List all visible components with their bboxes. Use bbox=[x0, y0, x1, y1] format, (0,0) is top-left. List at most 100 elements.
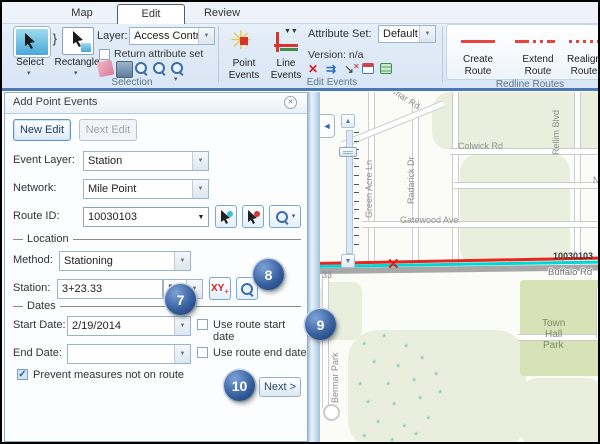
use-route-end-date-checkbox[interactable] bbox=[197, 347, 208, 358]
method-combobox[interactable]: Stationing ▼ bbox=[59, 251, 191, 271]
callout-10: 10 bbox=[224, 370, 255, 401]
map-label: Gatewood Ave bbox=[400, 215, 458, 225]
map-label: Rellim Blvd bbox=[551, 110, 561, 155]
magnifier-icon bbox=[240, 282, 254, 296]
location-section-header: Location bbox=[13, 233, 301, 245]
network-combo-arrow-icon[interactable]: ▼ bbox=[192, 180, 208, 198]
event-location-x-marker: ✕ bbox=[387, 255, 400, 273]
next-edit-button[interactable]: Next Edit bbox=[79, 119, 137, 141]
zoom-selected-icon[interactable] bbox=[134, 61, 149, 76]
map-view[interactable]: ******************** ✕ mar RdColwick RdR… bbox=[320, 92, 600, 444]
panel-map-splitter[interactable] bbox=[308, 92, 320, 444]
callout-7: 7 bbox=[165, 284, 196, 315]
delete-event-icon[interactable]: ✕ bbox=[308, 62, 323, 77]
zoom-out-button[interactable]: ▼ bbox=[341, 254, 355, 268]
event-attributes-icon[interactable] bbox=[362, 63, 374, 74]
magnifier-icon bbox=[275, 210, 289, 224]
version-label: Version: n/a bbox=[308, 49, 363, 61]
ribbon-tab-bar: Map Edit Review bbox=[2, 2, 598, 24]
point-events-button[interactable]: Point Events bbox=[226, 58, 262, 81]
route-id-combobox[interactable]: 10030103 ▼ bbox=[83, 207, 209, 227]
tab-edit[interactable]: Edit bbox=[117, 4, 185, 24]
group-separator bbox=[442, 26, 443, 82]
select-brace-glyph: } bbox=[53, 31, 57, 46]
park-polygon bbox=[348, 330, 526, 444]
tab-review[interactable]: Review bbox=[190, 4, 254, 23]
selection-options-icon[interactable] bbox=[170, 61, 185, 76]
end-date-picker[interactable]: ▼ bbox=[67, 344, 191, 364]
panel-header: Add Point Events ✕ bbox=[5, 93, 307, 114]
zoom-slider-handle[interactable] bbox=[339, 147, 357, 157]
layer-combo-arrow-icon[interactable]: ▼ bbox=[198, 28, 214, 44]
end-date-arrow-icon[interactable]: ▼ bbox=[174, 345, 190, 363]
new-edit-button[interactable]: New Edit bbox=[13, 119, 71, 141]
xy-coordinates-button[interactable]: XY + bbox=[209, 277, 231, 300]
event-layer-combobox[interactable]: Station ▼ bbox=[83, 151, 209, 171]
extend-route-button[interactable]: Extend Route bbox=[509, 54, 567, 77]
end-date-label: End Date: bbox=[13, 347, 62, 359]
route-id-combo-arrow-icon[interactable]: ▼ bbox=[194, 214, 208, 221]
method-label: Method: bbox=[13, 254, 53, 266]
dates-section-header: Dates bbox=[13, 300, 301, 312]
return-attribute-set-checkbox[interactable] bbox=[99, 49, 110, 60]
attribute-set-combo-arrow-icon[interactable]: ▼ bbox=[419, 26, 435, 42]
location-section-label: Location bbox=[27, 233, 69, 245]
next-button[interactable]: Next > bbox=[259, 377, 301, 397]
map-label: 33 bbox=[322, 270, 332, 280]
network-label: Network: bbox=[13, 182, 56, 194]
close-icon[interactable]: ✕ bbox=[284, 96, 297, 109]
rectangle-tool-icon bbox=[62, 27, 94, 55]
create-route-icon bbox=[461, 40, 495, 43]
map-label: Green Acre Ln bbox=[364, 160, 374, 218]
route-id-label: Route ID: bbox=[13, 210, 59, 222]
event-table-icon[interactable] bbox=[380, 63, 392, 74]
start-date-picker[interactable]: 2/19/2014 ▼ bbox=[67, 316, 191, 336]
select-button[interactable]: Select bbox=[6, 57, 54, 69]
select-route-on-map-button[interactable] bbox=[215, 205, 237, 228]
attribute-set-combobox[interactable]: Default ▼ bbox=[378, 25, 436, 43]
collapse-left-icon: ◄ bbox=[323, 121, 332, 131]
select-all-icon[interactable] bbox=[116, 61, 133, 78]
ribbon: Map Edit Review } Select ▾ Rectangle ▾ L… bbox=[2, 2, 598, 88]
route-id-value: 10030103 bbox=[84, 211, 194, 223]
line-events-icon: ▼▼ bbox=[272, 30, 300, 56]
network-combobox[interactable]: Mile Point ▼ bbox=[83, 179, 209, 199]
collapse-panel-tab[interactable]: ◄ bbox=[320, 114, 335, 138]
attribute-set-label: Attribute Set: bbox=[308, 28, 372, 40]
return-attribute-set-label: Return attribute set bbox=[114, 48, 203, 60]
park-polygon bbox=[460, 154, 570, 266]
callout-8: 8 bbox=[253, 259, 284, 290]
create-route-button[interactable]: Create Route bbox=[449, 54, 507, 77]
merge-events-icon[interactable]: ⇉ bbox=[326, 62, 341, 77]
route-zoom-dropdown-button[interactable]: ▾ bbox=[269, 205, 301, 228]
start-date-value: 2/19/2014 bbox=[68, 320, 174, 332]
event-layer-combo-arrow-icon[interactable]: ▼ bbox=[192, 152, 208, 170]
dates-section-label: Dates bbox=[27, 300, 56, 312]
select-dropdown-icon[interactable]: ▾ bbox=[27, 70, 31, 77]
road-bermar-park-rd bbox=[322, 274, 329, 408]
station-input[interactable]: 3+23.33 bbox=[57, 279, 163, 299]
rectangle-dropdown-icon[interactable]: ▾ bbox=[74, 70, 78, 77]
clear-route-selection-button[interactable] bbox=[242, 205, 264, 228]
prevent-measures-checkbox[interactable]: ✓ bbox=[17, 369, 28, 380]
xy-icon: XY bbox=[211, 283, 224, 294]
map-label: 10030103 bbox=[553, 251, 593, 261]
dropdown-icon: ▾ bbox=[292, 213, 296, 220]
realign-route-icon bbox=[569, 40, 600, 43]
road-vertical bbox=[452, 92, 459, 270]
park-polygon bbox=[520, 378, 600, 444]
station-label: Station: bbox=[13, 282, 50, 294]
method-combo-arrow-icon[interactable]: ▼ bbox=[174, 252, 190, 270]
use-route-start-date-checkbox[interactable] bbox=[197, 319, 208, 330]
tab-map[interactable]: Map bbox=[50, 4, 114, 23]
event-layer-label: Event Layer: bbox=[13, 154, 75, 166]
zoom-selection-icon[interactable] bbox=[152, 61, 167, 76]
start-date-arrow-icon[interactable]: ▼ bbox=[174, 317, 190, 335]
layer-combobox[interactable]: Access Control ▼ bbox=[129, 27, 215, 45]
realign-route-button[interactable]: Realign Route bbox=[567, 54, 600, 77]
map-label: Radarick Dr bbox=[406, 156, 416, 204]
split-event-icon[interactable]: ↘✕ bbox=[344, 62, 359, 77]
use-route-start-date-label: Use route start date bbox=[213, 319, 307, 343]
zoom-in-button[interactable]: ▲ bbox=[341, 114, 355, 128]
clear-selection-icon[interactable] bbox=[97, 60, 115, 78]
